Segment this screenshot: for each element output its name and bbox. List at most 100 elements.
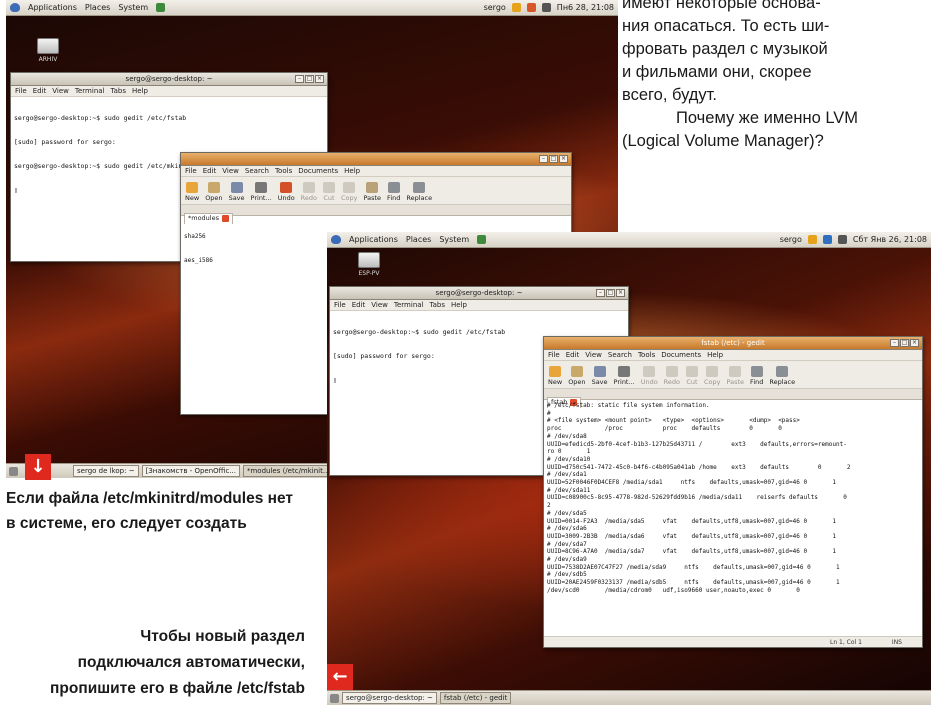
taskbar-item[interactable]: sergo de lkop: ~ — [73, 465, 139, 477]
browser-icon[interactable] — [156, 3, 166, 12]
menu-help[interactable]: Help — [344, 166, 360, 176]
maximize-button[interactable]: □ — [900, 339, 909, 347]
maximize-button[interactable]: □ — [549, 155, 558, 163]
panel-clock[interactable]: Сбт Янв 26, 21:08 — [853, 232, 927, 248]
menu-file[interactable]: File — [185, 166, 197, 176]
network-icon[interactable] — [822, 235, 832, 244]
caption-top: Если файла /etc/mkinitrd/modules нет в с… — [6, 490, 293, 532]
menu-applications[interactable]: Applications — [349, 232, 398, 248]
menu-file[interactable]: File — [15, 86, 27, 96]
menu-file[interactable]: File — [548, 350, 560, 360]
close-tab-icon[interactable] — [222, 214, 229, 222]
maximize-button[interactable]: □ — [305, 75, 314, 83]
open-button[interactable]: Open — [568, 366, 586, 386]
cut-button[interactable]: Cut — [323, 182, 335, 202]
redo-button[interactable]: Redo — [664, 366, 680, 386]
save-button[interactable]: Save — [592, 366, 608, 386]
cut-button[interactable]: Cut — [686, 366, 698, 386]
article-heading-line: Почему же именно LVM — [676, 109, 859, 127]
minimize-button[interactable]: – — [890, 339, 899, 347]
maximize-button[interactable]: □ — [606, 289, 615, 297]
menu-tabs[interactable]: Tabs — [111, 86, 127, 96]
taskbar-item[interactable]: [Знакомств - OpenOffic... — [141, 465, 240, 477]
terminal-line: sergo@sergo-desktop:~$ sudo gedit /etc/f… — [333, 328, 506, 336]
menu-edit[interactable]: Edit — [566, 350, 580, 360]
print-button[interactable]: Print... — [251, 182, 272, 202]
minimize-button[interactable]: – — [295, 75, 304, 83]
menu-view[interactable]: View — [585, 350, 602, 360]
gedit-text-area[interactable]: # /etc/fstab: static file system informa… — [544, 400, 922, 597]
menu-system[interactable]: System — [118, 0, 148, 16]
menu-edit[interactable]: Edit — [33, 86, 47, 96]
menu-help[interactable]: Help — [451, 300, 467, 310]
gedit-titlebar[interactable]: fstab (/etc) - gedit – □ × — [544, 337, 922, 350]
paste-button[interactable]: Paste — [364, 182, 381, 202]
close-button[interactable]: × — [616, 289, 625, 297]
redo-button[interactable]: Redo — [301, 182, 317, 202]
new-button[interactable]: New — [185, 182, 199, 202]
menu-terminal[interactable]: Terminal — [394, 300, 424, 310]
new-button[interactable]: New — [548, 366, 562, 386]
network-icon[interactable] — [526, 3, 536, 12]
gedit-window[interactable]: fstab (/etc) - gedit – □ × File Edit View … — [543, 336, 923, 648]
paste-button[interactable]: Paste — [727, 366, 744, 386]
find-button[interactable]: Find — [387, 182, 400, 202]
save-button[interactable]: Save — [229, 182, 245, 202]
replace-button[interactable]: Replace — [769, 366, 795, 386]
terminal-titlebar[interactable]: sergo@sergo-desktop: ~ – □ × — [330, 287, 628, 300]
menu-search[interactable]: Search — [608, 350, 632, 360]
menu-places[interactable]: Places — [85, 0, 110, 16]
minimize-button[interactable]: – — [539, 155, 548, 163]
volume-icon[interactable] — [541, 3, 551, 12]
menu-terminal[interactable]: Terminal — [75, 86, 105, 96]
menu-tools[interactable]: Tools — [275, 166, 292, 176]
taskbar-item[interactable]: *modules (/etc/mkinit... — [242, 465, 334, 477]
replace-button[interactable]: Replace — [406, 182, 432, 202]
close-button[interactable]: × — [315, 75, 324, 83]
menu-search[interactable]: Search — [245, 166, 269, 176]
gedit-titlebar[interactable]: – □ × — [181, 153, 571, 166]
taskbar-item[interactable]: sergo@sergo-desktop: ~ — [342, 692, 437, 704]
panel-clock[interactable]: Пн6 28, 21:08 — [557, 0, 614, 16]
menu-view[interactable]: View — [371, 300, 388, 310]
copy-icon — [343, 182, 356, 193]
terminal-titlebar[interactable]: sergo@sergo-desktop: ~ – □ × — [11, 73, 327, 86]
menu-help[interactable]: Help — [132, 86, 148, 96]
undo-button[interactable]: Undo — [641, 366, 658, 386]
desktop-drive-icon[interactable]: ARHIV — [28, 38, 68, 63]
find-button[interactable]: Find — [750, 366, 763, 386]
menu-tools[interactable]: Tools — [638, 350, 655, 360]
print-button[interactable]: Print... — [614, 366, 635, 386]
menu-view[interactable]: View — [222, 166, 239, 176]
close-button[interactable]: × — [559, 155, 568, 163]
browser-icon[interactable] — [477, 235, 487, 244]
menu-edit[interactable]: Edit — [203, 166, 217, 176]
show-desktop-icon[interactable] — [9, 466, 18, 476]
update-icon[interactable] — [807, 235, 817, 244]
menu-file[interactable]: File — [334, 300, 346, 310]
undo-button[interactable]: Undo — [278, 182, 295, 202]
menu-help[interactable]: Help — [707, 350, 723, 360]
text-line: # /dev/sda10 — [547, 455, 591, 463]
update-icon[interactable] — [511, 3, 521, 12]
desktop-icon-label: ESP-PV — [358, 270, 380, 277]
menu-applications[interactable]: Applications — [28, 0, 77, 16]
minimize-button[interactable]: – — [596, 289, 605, 297]
taskbar-item[interactable]: fstab (/etc) - gedit — [439, 692, 512, 704]
show-desktop-icon[interactable] — [330, 693, 339, 703]
volume-icon[interactable] — [837, 235, 847, 244]
copy-button[interactable]: Copy — [341, 182, 358, 202]
close-button[interactable]: × — [910, 339, 919, 347]
menu-documents[interactable]: Documents — [661, 350, 701, 360]
paste-icon — [729, 366, 742, 377]
copy-button[interactable]: Copy — [704, 366, 721, 386]
menu-places[interactable]: Places — [406, 232, 431, 248]
menu-tabs[interactable]: Tabs — [430, 300, 446, 310]
desktop-drive-icon[interactable]: ESP-PV — [349, 252, 389, 277]
menu-system[interactable]: System — [439, 232, 469, 248]
menu-documents[interactable]: Documents — [298, 166, 338, 176]
open-button[interactable]: Open — [205, 182, 223, 202]
document-tab[interactable]: *modules — [184, 213, 233, 224]
menu-view[interactable]: View — [52, 86, 69, 96]
menu-edit[interactable]: Edit — [352, 300, 366, 310]
